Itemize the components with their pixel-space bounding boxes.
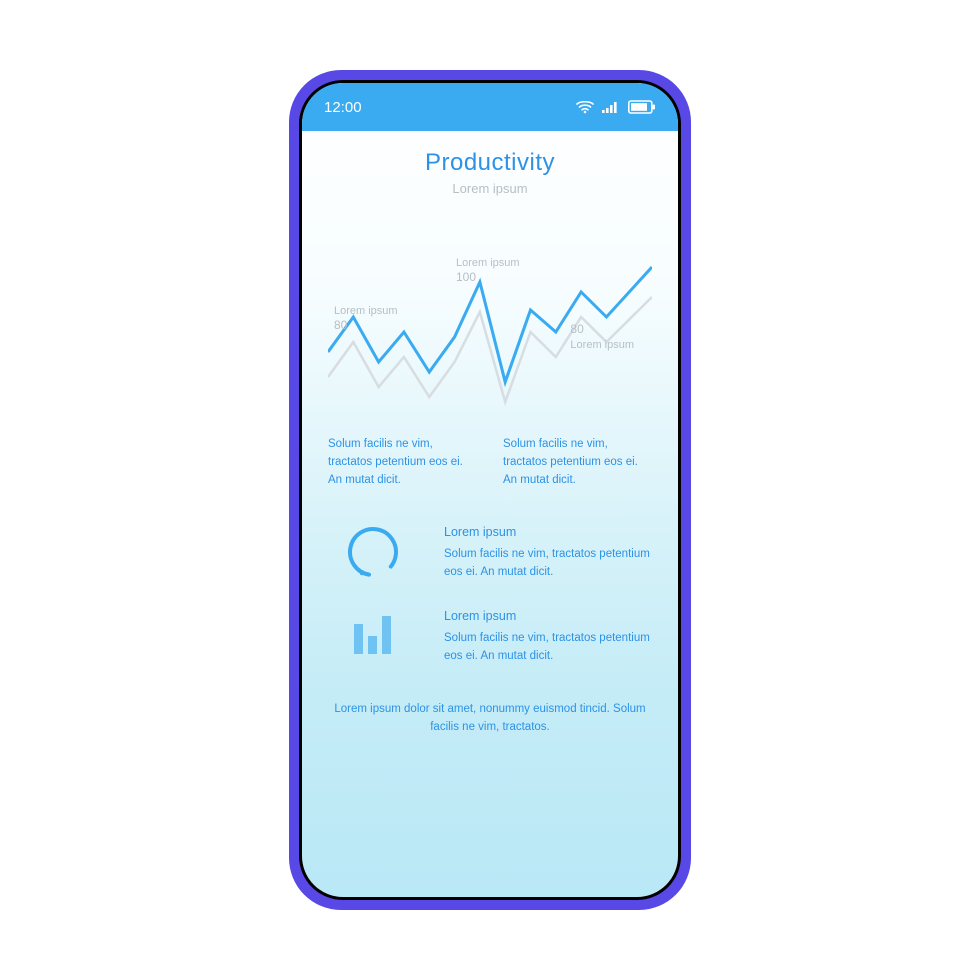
chart-annotation-right: 80 Lorem ipsum bbox=[570, 322, 634, 352]
stat-body: Solum facilis ne vim, tractatos petentiu… bbox=[444, 630, 652, 666]
wifi-icon bbox=[576, 100, 594, 114]
stat-row-bars: Lorem ipsum Solum facilis ne vim, tracta… bbox=[328, 607, 652, 665]
status-bar: 12:00 bbox=[302, 83, 678, 131]
footer-text: Lorem ipsum dolor sit amet, nonummy euis… bbox=[328, 701, 652, 737]
chart-annotation-left: Lorem ipsum 80 bbox=[334, 304, 398, 334]
stat-text-ring: Lorem ipsum Solum facilis ne vim, tracta… bbox=[444, 523, 652, 581]
phone-screen: 12:00 bbox=[299, 80, 681, 900]
stat-text-bars: Lorem ipsum Solum facilis ne vim, tracta… bbox=[444, 607, 652, 665]
status-icons bbox=[576, 100, 656, 114]
status-time: 12:00 bbox=[324, 99, 362, 116]
chart-annotation-top: Lorem ipsum 100 bbox=[456, 256, 520, 286]
stat-heading: Lorem ipsum bbox=[444, 607, 652, 626]
page-content: Productivity Lorem ipsum Lorem ipsum 80 … bbox=[302, 131, 678, 897]
stat-body: Solum facilis ne vim, tractatos petentiu… bbox=[444, 546, 652, 582]
bar-chart-icon bbox=[328, 607, 418, 661]
page-title: Productivity bbox=[425, 149, 555, 177]
phone-frame: 12:00 bbox=[289, 70, 691, 910]
stat-row-ring: Lorem ipsum Solum facilis ne vim, tracta… bbox=[328, 523, 652, 581]
stat-heading: Lorem ipsum bbox=[444, 523, 652, 542]
battery-icon bbox=[628, 100, 656, 114]
ring-chart-icon bbox=[328, 523, 418, 581]
line-chart: Lorem ipsum 80 Lorem ipsum 100 80 Lorem … bbox=[328, 222, 652, 422]
page-subtitle: Lorem ipsum bbox=[452, 181, 527, 196]
summary-left: Solum facilis ne vim, tractatos petentiu… bbox=[328, 436, 477, 489]
summary-columns: Solum facilis ne vim, tractatos petentiu… bbox=[328, 436, 652, 489]
signal-icon bbox=[602, 100, 620, 114]
summary-right: Solum facilis ne vim, tractatos petentiu… bbox=[503, 436, 652, 489]
